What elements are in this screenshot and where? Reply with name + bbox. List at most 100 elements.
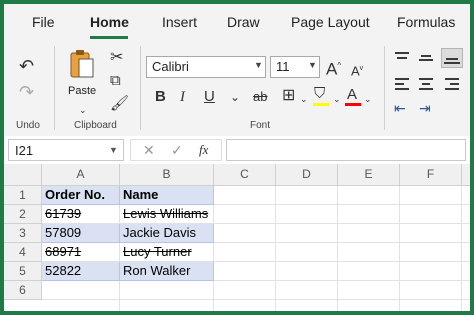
increase-font-size-icon[interactable]: A^ [326, 58, 341, 78]
row-header-4[interactable]: 4 [4, 243, 42, 262]
chevron-down-icon[interactable]: ▼ [254, 60, 263, 70]
empty-cell[interactable] [462, 281, 470, 300]
tab-file[interactable]: File [32, 14, 55, 30]
cell-a2[interactable]: 61739 [42, 205, 120, 224]
format-painter-icon[interactable]: 🖌 [110, 96, 129, 112]
insert-function-button[interactable]: fx [199, 142, 208, 158]
chevron-down-icon[interactable]: ▼ [308, 60, 317, 70]
column-header-b[interactable]: B [120, 164, 214, 186]
empty-cell[interactable] [338, 186, 400, 205]
empty-cell[interactable] [214, 300, 276, 311]
cell-a1[interactable]: Order No. [42, 186, 120, 205]
empty-cell[interactable] [214, 186, 276, 205]
column-header-f[interactable]: F [400, 164, 462, 186]
chevron-down-icon[interactable]: ▼ [109, 145, 118, 155]
empty-cell[interactable] [42, 300, 120, 311]
empty-cell[interactable] [276, 224, 338, 243]
column-header-g[interactable] [462, 164, 470, 186]
italic-icon[interactable]: I [180, 89, 185, 105]
empty-cell[interactable] [42, 281, 120, 300]
fill-color-icon[interactable]: ⛉ [314, 86, 325, 102]
align-bottom-icon[interactable] [441, 48, 463, 68]
tab-draw[interactable]: Draw [227, 14, 260, 30]
column-header-e[interactable]: E [338, 164, 400, 186]
empty-cell[interactable] [400, 300, 462, 311]
cell-a4[interactable]: 68971 [42, 243, 120, 262]
tab-home[interactable]: Home [90, 14, 129, 30]
underline-icon[interactable]: U [204, 89, 215, 105]
chevron-down-icon[interactable]: ⌄ [300, 91, 308, 107]
empty-cell[interactable] [338, 243, 400, 262]
bold-icon[interactable]: B [155, 89, 166, 105]
empty-cell[interactable] [338, 262, 400, 281]
borders-icon[interactable]: ⊞ [282, 88, 295, 104]
empty-cell[interactable] [400, 243, 462, 262]
tab-formulas[interactable]: Formulas [397, 14, 455, 30]
empty-cell[interactable] [400, 224, 462, 243]
empty-cell[interactable] [214, 281, 276, 300]
empty-cell[interactable] [400, 186, 462, 205]
empty-cell[interactable] [276, 300, 338, 311]
enter-icon[interactable]: ✓ [171, 142, 183, 158]
select-all-corner[interactable] [4, 164, 42, 186]
empty-cell[interactable] [120, 281, 214, 300]
cell-a5[interactable]: 52822 [42, 262, 120, 281]
copy-icon[interactable]: ⧉ [110, 73, 121, 89]
redo-icon[interactable]: ↷ [19, 83, 34, 101]
paste-button[interactable]: Paste [68, 85, 96, 97]
align-right-icon[interactable] [445, 78, 459, 92]
chevron-down-icon[interactable]: ⌄ [364, 91, 372, 107]
tab-insert[interactable]: Insert [162, 14, 197, 30]
cell-b2[interactable]: Lewis Williams [120, 205, 214, 224]
empty-cell[interactable] [338, 300, 400, 311]
column-header-a[interactable]: A [42, 164, 120, 186]
column-header-d[interactable]: D [276, 164, 338, 186]
chevron-down-icon[interactable]: ⌄ [333, 91, 341, 107]
font-color-icon[interactable]: A [347, 87, 357, 103]
empty-cell[interactable] [400, 205, 462, 224]
empty-cell[interactable] [276, 186, 338, 205]
decrease-font-size-icon[interactable]: Av [351, 61, 363, 79]
empty-cell[interactable] [214, 224, 276, 243]
font-name-select[interactable]: Calibri [146, 56, 266, 78]
cell-b1[interactable]: Name [120, 186, 214, 205]
empty-cell[interactable] [120, 300, 214, 311]
empty-cell[interactable] [338, 224, 400, 243]
row-header-3[interactable]: 3 [4, 224, 42, 243]
increase-indent-icon[interactable]: ⇥ [419, 100, 431, 116]
empty-cell[interactable] [462, 262, 470, 281]
empty-cell[interactable] [400, 281, 462, 300]
empty-cell[interactable] [276, 281, 338, 300]
align-middle-icon[interactable] [419, 52, 433, 64]
align-top-icon[interactable] [395, 52, 409, 64]
empty-cell[interactable] [276, 205, 338, 224]
empty-cell[interactable] [276, 243, 338, 262]
empty-cell[interactable] [338, 281, 400, 300]
cancel-icon[interactable]: ✕ [143, 142, 155, 158]
cut-icon[interactable]: ✂ [110, 50, 123, 66]
empty-cell[interactable] [400, 262, 462, 281]
paste-dropdown-icon[interactable]: ⌄ [79, 102, 87, 118]
empty-cell[interactable] [462, 243, 470, 262]
empty-cell[interactable] [462, 186, 470, 205]
align-left-icon[interactable] [395, 78, 409, 92]
column-header-c[interactable]: C [214, 164, 276, 186]
name-box[interactable]: I21 [8, 139, 124, 161]
tab-page-layout[interactable]: Page Layout [291, 14, 370, 30]
empty-cell[interactable] [338, 205, 400, 224]
undo-icon[interactable]: ↶ [19, 57, 34, 75]
empty-cell[interactable] [462, 224, 470, 243]
empty-cell[interactable] [214, 243, 276, 262]
formula-input[interactable] [226, 139, 466, 161]
row-header-5[interactable]: 5 [4, 262, 42, 281]
cell-a3[interactable]: 57809 [42, 224, 120, 243]
empty-cell[interactable] [462, 205, 470, 224]
row-header-2[interactable]: 2 [4, 205, 42, 224]
paste-icon[interactable] [68, 48, 96, 80]
empty-cell[interactable] [462, 300, 470, 311]
empty-cell[interactable] [214, 262, 276, 281]
align-center-icon[interactable] [419, 78, 433, 92]
empty-cell[interactable] [276, 262, 338, 281]
cell-b3[interactable]: Jackie Davis [120, 224, 214, 243]
cell-b5[interactable]: Ron Walker [120, 262, 214, 281]
